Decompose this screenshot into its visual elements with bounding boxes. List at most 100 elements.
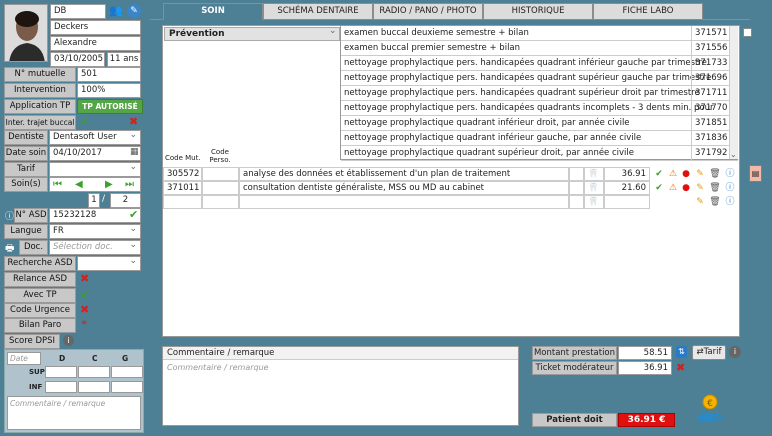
dpsi-date-input[interactable]: Date (7, 352, 41, 365)
dpsi-sup-g[interactable] (111, 366, 143, 378)
dpsi-col-g: G (122, 354, 129, 363)
close-icon[interactable]: ✖ (129, 115, 138, 128)
score-dpsi-label: Score DPSI (4, 334, 60, 349)
date-soin-input[interactable]: 04/10/2017 (49, 146, 141, 161)
date-soin-label: Date soin (4, 146, 48, 161)
avec-tp-check-icon[interactable]: ✔ (80, 288, 89, 301)
dropdown-item[interactable]: nettoyage prophylactique quadrant inféri… (341, 116, 738, 131)
tab-schema-dentaire[interactable]: SCHÉMA DENTAIRE (263, 3, 373, 20)
row2-code-mut[interactable]: 371011 (163, 181, 202, 195)
row2-tooth[interactable] (569, 181, 584, 195)
row3-trash-icon[interactable]: 🗑 (709, 196, 721, 208)
last-icon[interactable]: ⏭ (125, 178, 134, 191)
tab-soin[interactable]: SOIN (163, 3, 263, 20)
pdf-document-icon[interactable]: ▤ (749, 165, 762, 182)
sort-icon[interactable]: ⇅ (676, 346, 687, 358)
row2-warning-icon[interactable]: ⚠ (667, 182, 679, 194)
category-select[interactable]: Prévention (164, 27, 340, 41)
langue-label: Langue (4, 224, 48, 239)
payment-hand-icon[interactable]: € (694, 392, 726, 424)
dentiste-label: Dentiste (4, 130, 48, 145)
dpsi-col-d: D (59, 354, 66, 363)
dropdown-item[interactable]: nettoyage prophylactique pers. handicapé… (341, 56, 738, 71)
dropdown-scrollbar[interactable]: ⌄ (729, 26, 738, 159)
ticket-x-icon[interactable]: ✖ (676, 361, 685, 374)
prev-icon[interactable]: ◀ (75, 178, 83, 191)
row3-code-perso[interactable] (202, 195, 239, 209)
dentiste-select[interactable]: Dentasoft User (49, 130, 141, 145)
tp-autorise-badge[interactable]: TP AUTORISÉ (77, 99, 143, 114)
row1-info-icon[interactable]: ⓘ (724, 168, 736, 180)
relance-x-icon[interactable]: ✖ (80, 272, 89, 285)
dpsi-inf-c[interactable] (78, 381, 110, 393)
dropdown-item[interactable]: examen buccal deuxieme semestre + bilan 3… (341, 26, 738, 41)
row1-tooth-icon-cell[interactable]: 🦷 (584, 167, 604, 181)
row2-tooth-icon-cell[interactable]: 🦷 (584, 181, 604, 195)
row3-description[interactable] (239, 195, 569, 209)
summary-info-icon[interactable]: i (729, 346, 741, 358)
row1-check-icon[interactable]: ✔ (653, 168, 665, 180)
tooth-icon[interactable]: 🦷 (588, 197, 599, 207)
row3-info-icon[interactable]: ⓘ (724, 196, 736, 208)
row2-trash-icon[interactable]: 🗑 (709, 182, 721, 194)
row2-description[interactable]: consultation dentiste généraliste, MSS o… (239, 181, 569, 195)
check-icon[interactable]: ✔ (80, 115, 89, 128)
dpsi-inf-d[interactable] (45, 381, 77, 393)
tarif-select[interactable] (49, 162, 141, 177)
dpsi-info-icon[interactable]: i (63, 335, 74, 346)
row1-description[interactable]: analyse des données et établissement d'u… (239, 167, 569, 181)
dpsi-sup-d[interactable] (45, 366, 77, 378)
row1-trash-icon[interactable]: 🗑 (709, 168, 721, 180)
tab-fiche-labo[interactable]: FICHE LABO (593, 3, 703, 20)
next-icon[interactable]: ▶ (105, 178, 113, 191)
recherche-asd-label: Recherche ASD (4, 256, 76, 271)
dropdown-item[interactable]: nettoyage prophylactique pers. handicapé… (341, 71, 738, 86)
intervention-value: 100% (77, 83, 141, 98)
dropdown-item[interactable]: nettoyage prophylactique quadrant supéri… (341, 146, 738, 161)
calendar-icon[interactable]: ▦ (130, 147, 139, 157)
row1-code-mut[interactable]: 305572 (163, 167, 202, 181)
dropdown-item[interactable]: nettoyage prophylactique pers. handicapé… (341, 86, 738, 101)
first-icon[interactable]: ⏮ (53, 178, 62, 191)
tarif-button[interactable]: ⇄Tarif (692, 345, 726, 360)
row3-pencil-icon[interactable]: ✎ (694, 196, 706, 208)
contact-card-icon[interactable]: 👥 (109, 4, 123, 17)
recherche-asd-select[interactable] (77, 256, 141, 271)
row2-pencil-icon[interactable]: ✎ (694, 182, 706, 194)
row1-pencil-icon[interactable]: ✎ (694, 168, 706, 180)
row1-code-perso[interactable] (202, 167, 239, 181)
code-urgence-x-icon[interactable]: ✖ (80, 303, 89, 316)
patient-first-name: Alexandre (50, 36, 141, 51)
row1-tooth[interactable] (569, 167, 584, 181)
doc-select[interactable]: Sélection doc. (49, 240, 141, 255)
montant-prestation-label: Montant prestation (532, 346, 617, 360)
dropdown-item[interactable]: examen buccal premier semestre + bilan 37… (341, 41, 738, 56)
info-icon[interactable]: ⓘ (5, 209, 14, 222)
dropdown-item[interactable]: nettoyage prophylactique pers. handicapé… (341, 101, 738, 116)
row3-tooth-icon-cell[interactable]: 🦷 (584, 195, 604, 209)
row1-warning-icon[interactable]: ⚠ (667, 168, 679, 180)
binoculars-icon[interactable]: ⚭ (80, 318, 88, 329)
dpsi-sup-c[interactable] (78, 366, 110, 378)
row2-code-perso[interactable] (202, 181, 239, 195)
select-all-checkbox[interactable] (743, 28, 752, 37)
scroll-down-icon[interactable]: ⌄ (730, 150, 737, 159)
left-comment-input[interactable]: Commentaire / remarque (7, 396, 141, 430)
row3-code-mut[interactable] (163, 195, 202, 209)
patient-panel: DB 👥 ✎ Deckers Alexandre 03/10/2005 11 a… (0, 0, 148, 436)
dropdown-item[interactable]: nettoyage prophylactique quadrant inféri… (341, 131, 738, 146)
tab-historique[interactable]: HISTORIQUE (483, 3, 593, 20)
tooth-icon[interactable]: 🦷 (588, 169, 599, 179)
act-dropdown-list: examen buccal deuxieme semestre + bilan 3… (340, 25, 738, 161)
tab-radio[interactable]: RADIO / PANO / PHOTO (373, 3, 483, 20)
dpsi-inf-g[interactable] (111, 381, 143, 393)
langue-select[interactable]: FR (49, 224, 141, 239)
row2-info-icon[interactable]: ⓘ (724, 182, 736, 194)
tooth-icon[interactable]: 🦷 (588, 183, 599, 193)
comment-input[interactable]: Commentaire / remarque (167, 363, 269, 372)
edit-patient-icon[interactable]: ✎ (127, 4, 141, 18)
row3-tooth[interactable] (569, 195, 584, 209)
row2-check-icon[interactable]: ✔ (653, 182, 665, 194)
patient-photo (4, 4, 48, 62)
mutuelle-value: 501 (77, 67, 141, 82)
